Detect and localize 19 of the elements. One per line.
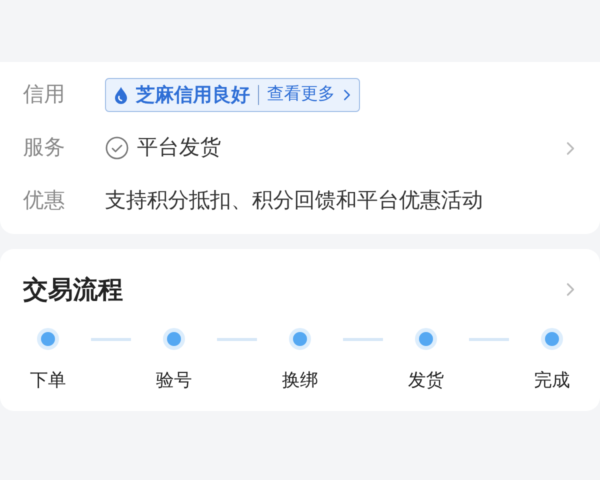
section-title: 交易流程 [23,274,123,306]
drop-icon [114,86,128,104]
view-more-link[interactable]: 查看更多 [267,82,335,108]
step-label: 完成 [534,368,570,392]
step-label: 发货 [408,368,444,392]
row-label: 优惠 [23,187,66,214]
row-label: 服务 [23,134,66,162]
step-label: 下单 [30,368,66,392]
chevron-icon[interactable] [566,140,575,156]
check-circle-icon [105,136,129,160]
step-label: 验号 [156,368,192,392]
credit-rating: 芝麻信用良好 [136,82,250,108]
row-label: 信用 [23,81,66,108]
chevron-icon[interactable] [566,282,575,298]
discount-value: 支持积分抵扣、积分回馈和平台优惠活动 [105,187,483,214]
step-label: 换绑 [282,368,318,392]
service-value: 平台发货 [137,134,221,162]
credit-badge[interactable]: 芝麻信用良好 查看更多 [105,78,360,112]
chevron-icon[interactable] [343,89,351,101]
